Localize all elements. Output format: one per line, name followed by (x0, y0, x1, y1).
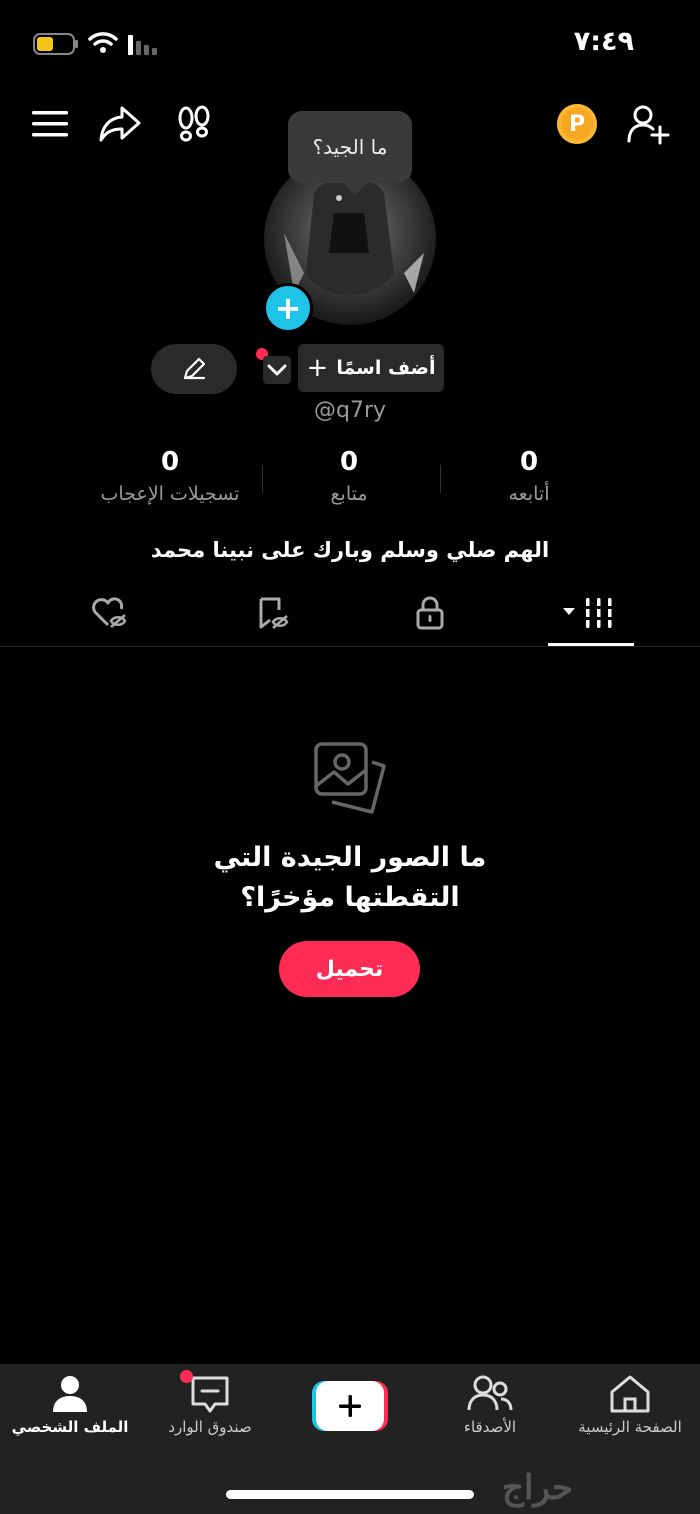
add-name-label: أضف اسمًا (336, 357, 436, 379)
signal-icon (128, 35, 157, 55)
wifi-icon (88, 32, 118, 53)
grid-dropdown-icon (563, 598, 615, 628)
nav-friends[interactable]: الأصدقاء (420, 1374, 560, 1454)
create-plus-icon (312, 1381, 388, 1431)
footprints-button[interactable] (172, 102, 216, 146)
chevron-down-icon (267, 364, 287, 376)
nav-home-label: الصفحة الرئيسية (578, 1418, 682, 1436)
tab-private[interactable] (400, 588, 460, 638)
footprints-icon (178, 105, 210, 142)
status-bar: ٧:٤٩ (0, 0, 700, 90)
create-button[interactable] (312, 1381, 388, 1431)
stat-following-count: 0 (519, 447, 539, 477)
menu-button[interactable] (28, 102, 72, 146)
tab-liked[interactable] (80, 588, 140, 638)
stat-following-label: أتابعه (508, 483, 550, 505)
bio: الهم صلي وسلم وبارك على نبينا محمد (150, 538, 550, 562)
stat-following[interactable]: 0 أتابعه (429, 447, 629, 505)
stat-followers-label: متابع (330, 483, 368, 505)
lock-icon (416, 596, 444, 630)
edit-profile-button[interactable] (151, 344, 237, 394)
watermark: حراج (502, 1468, 574, 1508)
bookmark-hidden-icon (259, 597, 289, 629)
friends-icon (467, 1375, 513, 1411)
hamburger-icon (32, 111, 68, 137)
stat-likes[interactable]: 0 تسجيلات الإعجاب (70, 447, 270, 505)
nav-profile[interactable]: الملف الشخصي (0, 1374, 140, 1454)
share-button[interactable] (98, 102, 142, 146)
inbox-notification-dot (180, 1370, 193, 1383)
coin-button[interactable]: P (557, 104, 597, 144)
stat-followers-count: 0 (339, 447, 359, 477)
inbox-icon (191, 1376, 229, 1413)
battery-icon (33, 33, 78, 55)
heart-hidden-icon (92, 597, 127, 628)
tooltip-text: ما الجيد؟ (312, 135, 388, 159)
nav-profile-label: الملف الشخصي (11, 1418, 129, 1436)
home-indicator[interactable] (226, 1490, 474, 1499)
nav-inbox[interactable]: صندوق الوارد (140, 1374, 280, 1454)
tabs-divider (0, 646, 700, 647)
stat-followers[interactable]: 0 متابع (249, 447, 449, 505)
add-name-button[interactable]: أضف اسمًا + (298, 344, 444, 392)
empty-state-line1: ما الصور الجيدة التي (213, 842, 487, 873)
stat-likes-label: تسجيلات الإعجاب (100, 483, 240, 505)
nav-home[interactable]: الصفحة الرئيسية (560, 1374, 700, 1454)
stat-likes-count: 0 (160, 447, 180, 477)
upload-button[interactable]: تحميل (279, 941, 420, 997)
home-icon (610, 1375, 650, 1413)
photos-icon (314, 742, 386, 814)
share-arrow-icon (99, 106, 141, 142)
account-switch-dropdown[interactable] (263, 356, 291, 384)
tab-videos[interactable] (560, 588, 620, 638)
plus-icon: + (306, 353, 329, 383)
empty-state-title: ما الصور الجيدة التي التقطتها مؤخرًا؟ (0, 838, 700, 918)
profile-icon (53, 1376, 87, 1412)
username: @q7ry (313, 398, 387, 423)
tab-favorites[interactable] (242, 588, 302, 638)
status-time: ٧:٤٩ (573, 26, 634, 57)
add-user-icon (627, 105, 670, 145)
empty-state-line2: التقطتها مؤخرًا؟ (240, 882, 460, 913)
nav-friends-label: الأصدقاء (463, 1418, 517, 1436)
add-friend-button[interactable] (626, 102, 670, 146)
nav-inbox-label: صندوق الوارد (168, 1418, 252, 1436)
tooltip: ما الجيد؟ (288, 111, 412, 195)
pencil-icon (183, 357, 206, 380)
add-photo-button[interactable]: + (263, 283, 313, 333)
